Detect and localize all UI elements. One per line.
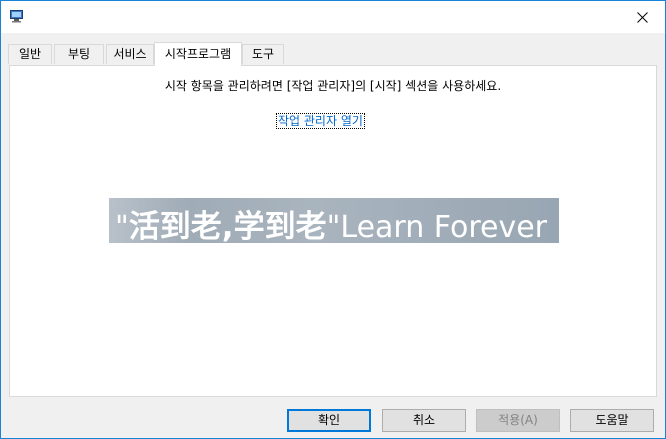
tab-boot[interactable]: 부팅 <box>54 44 104 64</box>
cancel-button[interactable]: 취소 <box>382 409 466 432</box>
startup-tab-panel: 시작 항목을 관리하려면 [작업 관리자]의 [시작] 섹션을 사용하세요. 작… <box>9 65 657 397</box>
msconfig-app-icon <box>10 10 23 23</box>
apply-button[interactable]: 적용(A) <box>476 409 560 432</box>
system-configuration-window: 일반 부팅 서비스 시작프로그램 도구 시작 항목을 관리하려면 [작업 관리자… <box>0 0 666 439</box>
open-task-manager-link[interactable]: 작업 관리자 열기 <box>276 113 365 129</box>
tab-startup[interactable]: 시작프로그램 <box>154 42 242 66</box>
banner-chinese-text: 活到老,学到老 <box>128 209 327 243</box>
startup-description: 시작 항목을 관리하려면 [작업 관리자]의 [시작] 섹션을 사용하세요. <box>164 79 502 93</box>
banner-quote-close: " <box>326 210 341 243</box>
close-icon <box>636 11 648 23</box>
ok-button[interactable]: 확인 <box>287 409 371 432</box>
tab-general[interactable]: 일반 <box>8 44 52 64</box>
banner-english-text: Learn Forever <box>340 210 548 243</box>
close-button[interactable] <box>619 1 665 33</box>
title-bar[interactable] <box>1 1 665 33</box>
watermark-banner: "活到老,学到老"Learn Forever <box>109 198 559 243</box>
tab-services[interactable]: 서비스 <box>106 44 154 64</box>
help-button[interactable]: 도움말 <box>570 409 654 432</box>
banner-quote-open: " <box>115 210 129 243</box>
tab-tools[interactable]: 도구 <box>242 44 284 64</box>
